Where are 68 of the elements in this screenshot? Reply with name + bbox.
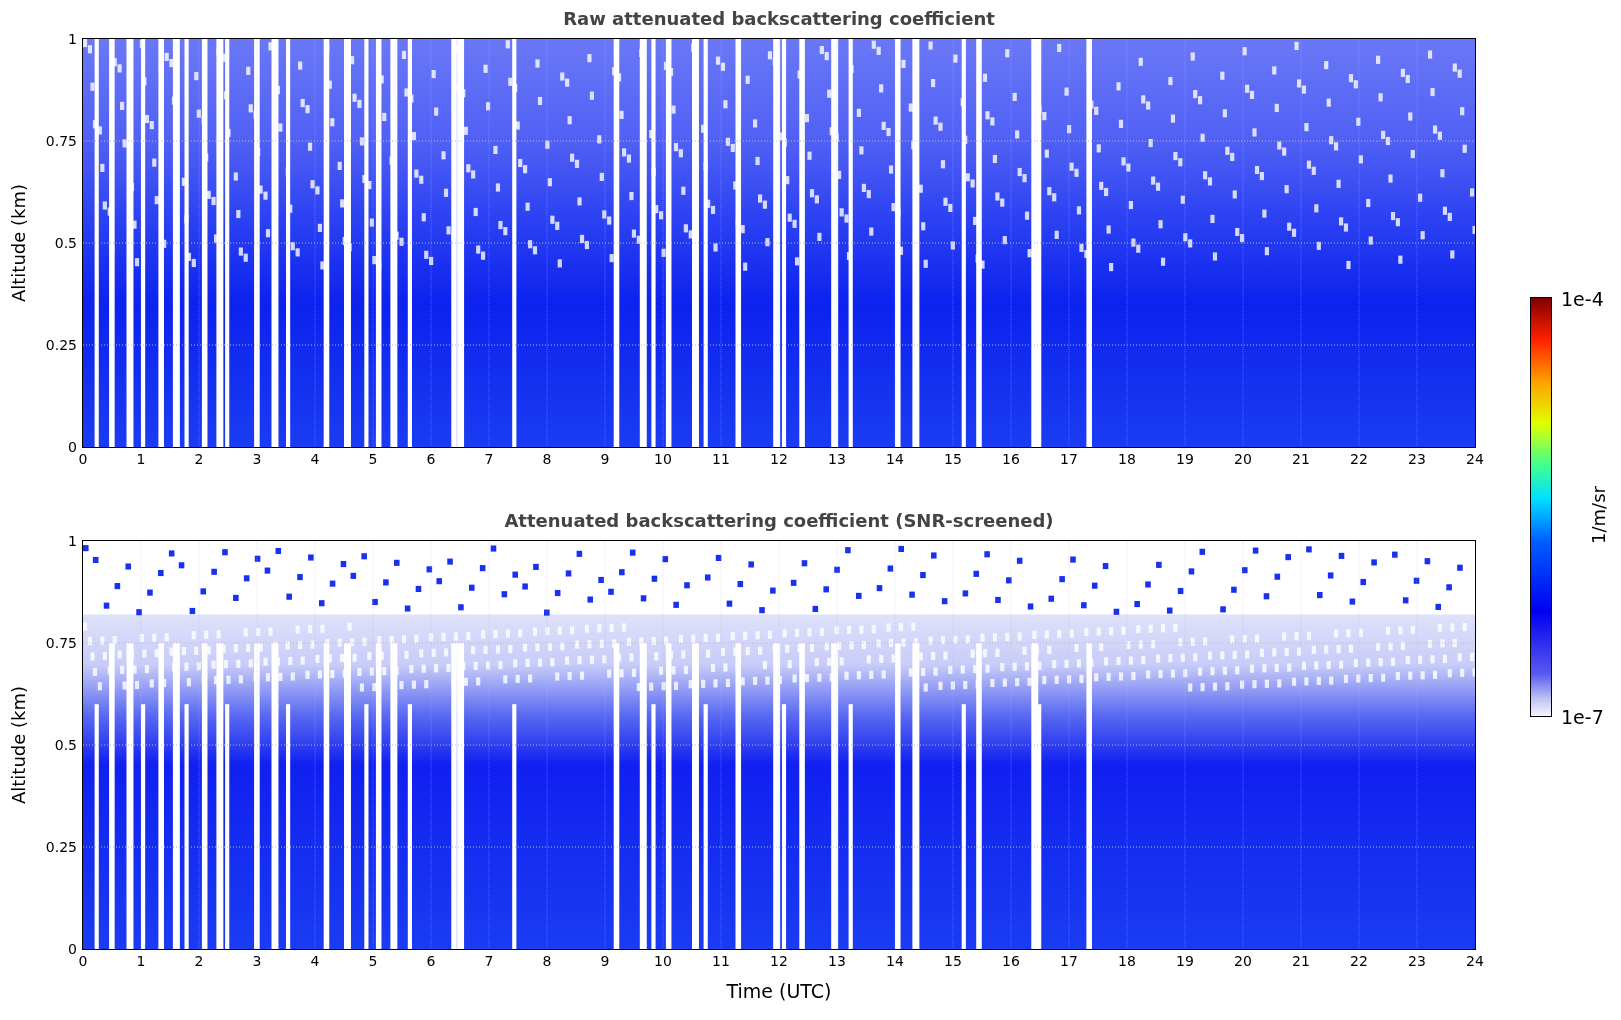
x-tick-label: 2 [194, 451, 204, 467]
x-tick-label: 22 [1350, 953, 1368, 969]
x-tick-label: 5 [368, 953, 378, 969]
x-tick-label: 14 [886, 451, 904, 467]
x-tick-label: 7 [484, 953, 494, 969]
x-tick-label: 23 [1408, 451, 1426, 467]
y-tick-label: 0.75 [45, 635, 77, 651]
x-tick-label: 8 [542, 451, 552, 467]
x-tick-label: 9 [600, 953, 610, 969]
x-tick-label: 21 [1292, 953, 1310, 969]
x-tick-label: 19 [1176, 953, 1194, 969]
y-tick-label: 0.5 [54, 737, 77, 753]
x-tick-label: 13 [828, 953, 846, 969]
x-tick-label: 23 [1408, 953, 1426, 969]
x-tick-label: 0 [78, 953, 88, 969]
y-tick-label: 0.5 [54, 235, 77, 251]
x-tick-label: 15 [944, 451, 962, 467]
y-tick-label: 0 [68, 439, 77, 455]
x-tick-label: 12 [770, 451, 788, 467]
x-tick-label: 10 [654, 451, 672, 467]
x-axis-label: Time (UTC) [725, 980, 833, 1002]
x-tick-label: 20 [1234, 451, 1252, 467]
x-tick-label: 7 [484, 451, 494, 467]
x-tick-label: 3 [252, 953, 262, 969]
y-tick-label: 0.25 [45, 839, 77, 855]
chart-title: Raw attenuated backscattering coefficient [562, 8, 996, 30]
x-tick-label: 13 [828, 451, 846, 467]
x-tick-label: 17 [1060, 451, 1078, 467]
x-tick-label: 4 [310, 451, 320, 467]
x-tick-label: 16 [1002, 953, 1020, 969]
x-tick-label: 10 [654, 953, 672, 969]
colorbar-tick-label: 1e-4 [1561, 288, 1604, 310]
chart-title: Attenuated backscattering coefficient (SNR-screened) [503, 510, 1055, 532]
y-tick-label: 0.75 [45, 133, 77, 149]
x-tick-label: 24 [1466, 953, 1484, 969]
x-tick-label: 17 [1060, 953, 1078, 969]
colorbar-tick-label: 1e-7 [1561, 706, 1604, 728]
x-tick-label: 20 [1234, 953, 1252, 969]
x-tick-label: 16 [1002, 451, 1020, 467]
y-tick-label: 1 [68, 31, 77, 47]
x-tick-label: 21 [1292, 451, 1310, 467]
x-tick-label: 15 [944, 953, 962, 969]
x-tick-label: 18 [1118, 451, 1136, 467]
x-tick-label: 9 [600, 451, 610, 467]
x-tick-label: 6 [426, 953, 436, 969]
x-tick-label: 2 [194, 953, 204, 969]
x-tick-label: 1 [136, 953, 146, 969]
x-tick-label: 6 [426, 451, 436, 467]
x-tick-label: 1 [136, 451, 146, 467]
x-tick-label: 11 [712, 451, 730, 467]
y-axis-label: Altitude (km) [8, 183, 30, 303]
x-tick-label: 22 [1350, 451, 1368, 467]
y-tick-label: 0.25 [45, 337, 77, 353]
x-tick-label: 4 [310, 953, 320, 969]
x-tick-label: 11 [712, 953, 730, 969]
y-tick-label: 1 [68, 533, 77, 549]
y-tick-label: 0 [68, 941, 77, 957]
x-tick-label: 14 [886, 953, 904, 969]
x-tick-label: 18 [1118, 953, 1136, 969]
x-tick-label: 3 [252, 451, 262, 467]
x-tick-label: 0 [78, 451, 88, 467]
x-tick-label: 8 [542, 953, 552, 969]
x-tick-label: 19 [1176, 451, 1194, 467]
x-tick-label: 12 [770, 953, 788, 969]
x-tick-label: 5 [368, 451, 378, 467]
y-axis-label: Altitude (km) [8, 685, 30, 805]
x-tick-label: 24 [1466, 451, 1484, 467]
colorbar-label: 1/m/sr [1588, 486, 1610, 544]
